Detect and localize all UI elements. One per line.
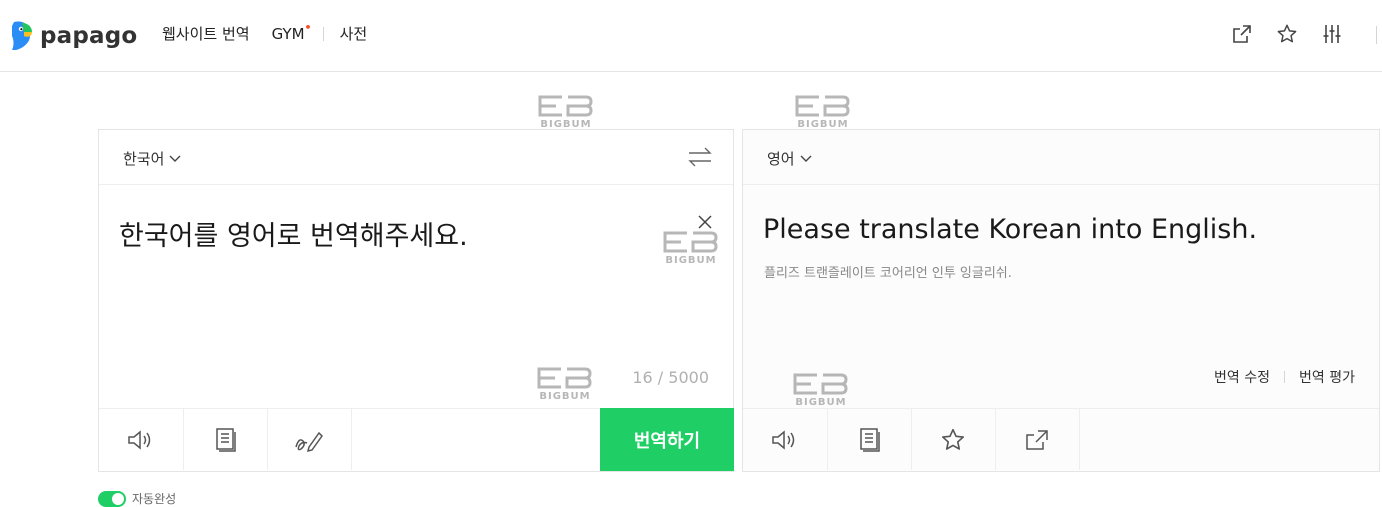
- translation-output: Please translate Korean into English.: [763, 214, 1258, 245]
- external-link-icon[interactable]: [1230, 22, 1254, 46]
- source-toolbar: 번역하기: [99, 408, 734, 471]
- source-panel-header: 한국어: [99, 130, 733, 185]
- chevron-down-icon: [800, 155, 812, 162]
- character-count: 16 / 5000: [632, 368, 709, 387]
- share-icon[interactable]: [995, 409, 1080, 470]
- nav-gym[interactable]: GYM •: [271, 21, 312, 43]
- source-language-label: 한국어: [123, 150, 165, 168]
- handwriting-icon[interactable]: [267, 409, 352, 470]
- watermark-logo: BIGBUM: [791, 372, 851, 412]
- feedback-divider: [1284, 371, 1286, 383]
- auto-complete-row: 자동완성: [98, 490, 176, 507]
- pronunciation-text: 플리즈 트랜즐레이트 코어리언 인투 잉글리쉬.: [764, 266, 1012, 281]
- nav-website-translate[interactable]: 웹사이트 번역: [162, 23, 250, 44]
- watermark-logo: BIGBUM: [535, 366, 595, 406]
- nav-divider: [322, 26, 324, 41]
- speaker-icon[interactable]: [99, 409, 184, 470]
- new-badge: •: [304, 20, 312, 34]
- chevron-down-icon: [169, 155, 181, 162]
- source-language-select[interactable]: 한국어: [123, 148, 181, 169]
- notebook-icon[interactable]: [183, 409, 268, 470]
- source-text-area[interactable]: 한국어를 영어로 번역해주세요.: [119, 214, 468, 253]
- rate-translation-link[interactable]: 번역 평가: [1299, 367, 1355, 387]
- nav-dictionary[interactable]: 사전: [340, 23, 368, 44]
- edit-translation-link[interactable]: 번역 수정: [1214, 367, 1270, 387]
- brand-name: papago: [40, 23, 138, 49]
- swap-languages-icon[interactable]: [687, 146, 713, 168]
- papago-parrot-icon: [12, 21, 32, 50]
- target-language-select[interactable]: 영어: [767, 148, 812, 169]
- auto-complete-toggle[interactable]: [98, 490, 126, 507]
- papago-logo[interactable]: papago: [8, 18, 137, 54]
- translation-feedback: 번역 수정 번역 평가: [1214, 367, 1355, 387]
- watermark-logo: BIGBUM: [793, 94, 853, 134]
- main-nav: 웹사이트 번역 GYM • 사전: [162, 21, 368, 44]
- auto-complete-label: 자동완성: [132, 492, 177, 506]
- header-divider: [1376, 26, 1377, 44]
- star-icon[interactable]: [1275, 22, 1299, 46]
- target-panel-header: 영어: [743, 130, 1379, 185]
- notebook-icon[interactable]: [827, 409, 912, 470]
- close-icon[interactable]: [697, 214, 713, 230]
- target-panel: 영어 Please translate Korean into English.…: [742, 129, 1380, 472]
- nav-gym-label: GYM: [271, 24, 305, 43]
- header-tools: [1230, 22, 1365, 46]
- translate-button[interactable]: 번역하기: [600, 408, 734, 471]
- star-icon[interactable]: [911, 409, 996, 470]
- source-panel: 한국어 한국어를 영어로 번역해주세요. BIGBUM BIGBUM 16 / …: [98, 129, 734, 472]
- settings-sliders-icon[interactable]: [1320, 22, 1344, 46]
- speaker-icon[interactable]: [743, 409, 828, 470]
- watermark-logo: BIGBUM: [661, 230, 721, 270]
- top-header: papago 웹사이트 번역 GYM • 사전: [0, 0, 1382, 72]
- target-language-label: 영어: [767, 150, 795, 168]
- target-toolbar: [743, 408, 1379, 471]
- watermark-logo: BIGBUM: [536, 94, 596, 134]
